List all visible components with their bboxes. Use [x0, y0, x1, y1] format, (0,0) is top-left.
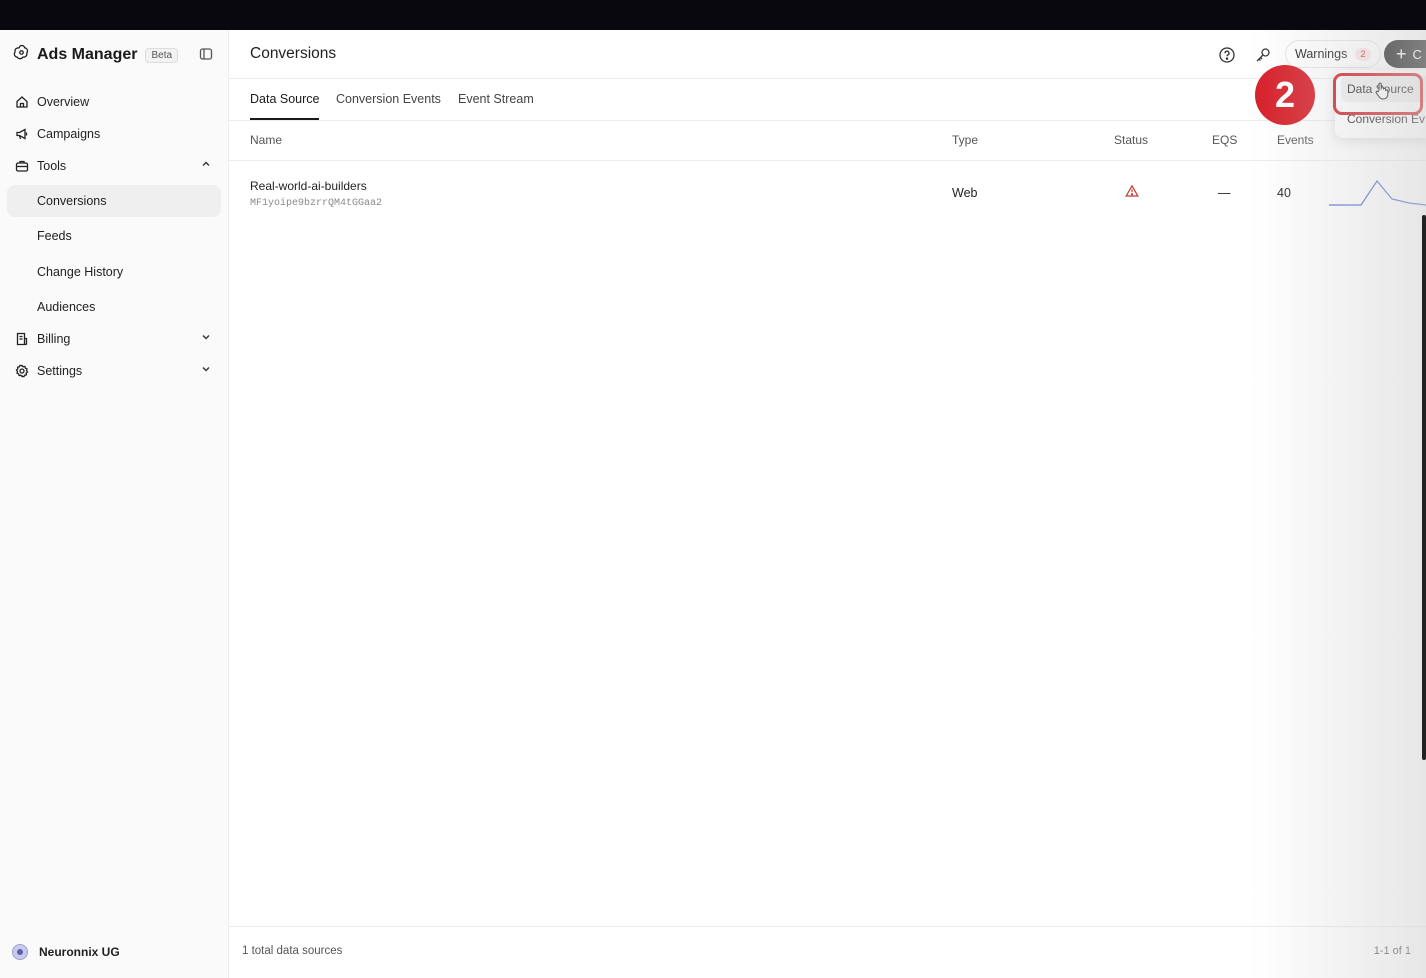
- chevron-down-icon: [200, 363, 212, 378]
- data-source-name: Real-world-ai-builders: [250, 179, 367, 193]
- sidebar-toggle-icon[interactable]: [199, 47, 213, 66]
- chevron-down-icon: [200, 331, 212, 346]
- warnings-label: Warnings: [1295, 47, 1348, 61]
- sidebar-item-feeds[interactable]: Feeds: [7, 220, 221, 252]
- main-content: Conversions Warnings 2 + C Data Source C…: [229, 30, 1426, 978]
- data-source-id: MF1yoipe9bzrrQM4tGGaa2: [250, 198, 383, 209]
- annotation-step-badge: 2: [1255, 65, 1315, 125]
- page-title: Conversions: [250, 45, 337, 62]
- create-button[interactable]: + C: [1384, 40, 1426, 68]
- sidebar-item-billing[interactable]: Billing: [14, 327, 218, 351]
- total-count: 1 total data sources: [242, 945, 343, 957]
- sidebar-item-audiences[interactable]: Audiences: [7, 291, 221, 323]
- tab-data-source[interactable]: Data Source: [250, 92, 319, 106]
- side-panel-edge: [1422, 215, 1426, 760]
- home-icon: [14, 94, 30, 110]
- sidebar-item-settings[interactable]: Settings: [14, 359, 218, 383]
- data-source-events: 40: [1277, 186, 1291, 200]
- megaphone-icon: [14, 126, 30, 142]
- tab-event-stream[interactable]: Event Stream: [458, 92, 534, 106]
- beta-badge: Beta: [145, 47, 179, 63]
- window-top-bar: [0, 0, 1426, 30]
- account-name: Neuronnix UG: [39, 945, 120, 959]
- sidebar-item-campaigns[interactable]: Campaigns: [14, 122, 218, 146]
- sidebar-item-overview[interactable]: Overview: [14, 90, 218, 114]
- tab-conversion-events[interactable]: Conversion Events: [336, 92, 441, 106]
- sidebar-item-label: Campaigns: [37, 127, 101, 141]
- column-header-status[interactable]: Status: [1114, 133, 1148, 147]
- sidebar-item-change-history[interactable]: Change History: [7, 256, 221, 288]
- sidebar-item-conversions[interactable]: Conversions: [7, 185, 221, 217]
- column-header-eqs[interactable]: EQS: [1212, 133, 1237, 147]
- events-sparkline: [1329, 175, 1426, 212]
- sidebar-item-label: Tools: [37, 159, 67, 173]
- receipt-icon: [14, 331, 30, 347]
- header-divider: [229, 78, 1426, 79]
- column-header-type[interactable]: Type: [952, 133, 978, 147]
- table-header-divider: [229, 160, 1426, 161]
- openai-logo-icon: [12, 43, 31, 67]
- help-icon[interactable]: [1218, 46, 1236, 64]
- data-source-eqs: —: [1218, 186, 1231, 200]
- sidebar: Ads Manager Beta Overview Campaigns Tool…: [0, 30, 229, 978]
- plus-icon: +: [1396, 44, 1407, 64]
- column-header-name[interactable]: Name: [250, 133, 282, 147]
- create-label: C: [1412, 46, 1422, 62]
- avatar: [12, 944, 28, 960]
- sidebar-item-label: Billing: [37, 332, 71, 346]
- account-switcher[interactable]: Neuronnix UG: [12, 944, 120, 960]
- brand[interactable]: Ads Manager Beta: [12, 43, 179, 67]
- sidebar-item-tools[interactable]: Tools: [14, 154, 218, 178]
- footer-divider: [229, 926, 1426, 927]
- key-icon[interactable]: [1254, 46, 1272, 64]
- gear-icon: [14, 363, 30, 379]
- app-window: Ads Manager Beta Overview Campaigns Tool…: [0, 30, 1426, 978]
- sidebar-item-label: Settings: [37, 364, 83, 378]
- warnings-button[interactable]: Warnings 2: [1285, 40, 1381, 68]
- data-source-type: Web: [952, 186, 978, 200]
- chevron-up-icon: [200, 158, 212, 173]
- column-header-events[interactable]: Events: [1277, 133, 1314, 147]
- sidebar-item-label: Overview: [37, 95, 90, 109]
- hand-cursor-icon: [1375, 82, 1389, 105]
- warnings-count-badge: 2: [1355, 47, 1371, 61]
- brand-name: Ads Manager: [37, 46, 138, 63]
- pagination-label: 1-1 of 1: [1373, 945, 1411, 957]
- warning-icon[interactable]: [1125, 184, 1139, 201]
- tabs-divider: [229, 120, 1426, 121]
- toolbox-icon: [14, 158, 30, 174]
